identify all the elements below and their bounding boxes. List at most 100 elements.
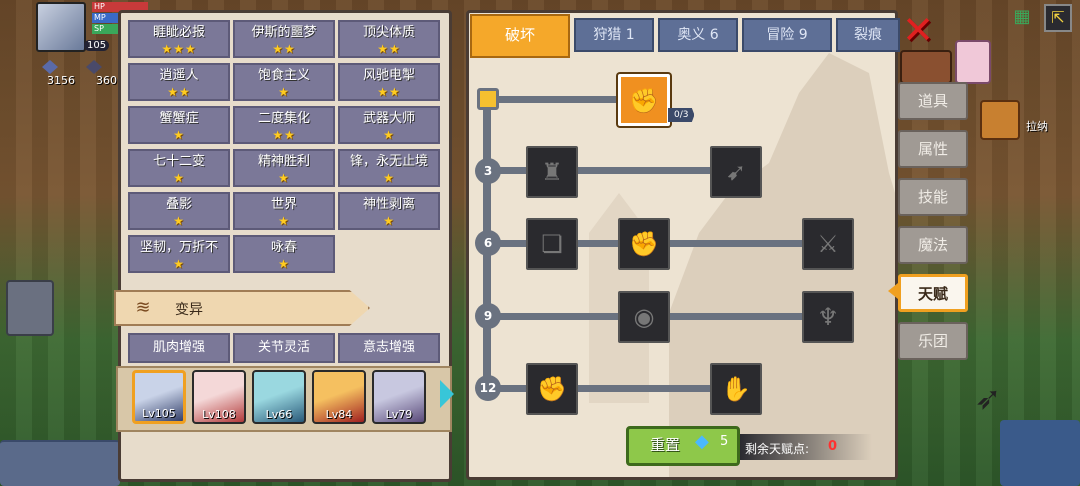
- skill-arrow-strike-icon[interactable]: ➹: [710, 146, 762, 198]
- player-avatar[interactable]: [36, 2, 86, 52]
- reset-label: 重置: [650, 436, 681, 454]
- world-crate: [6, 280, 54, 336]
- talent-card[interactable]: 武器大师 ★: [338, 106, 440, 144]
- talent-card[interactable]: 锋，永无止境 ★: [338, 149, 440, 187]
- talent-card[interactable]: 精神胜利 ★: [233, 149, 335, 187]
- side-menu-item[interactable]: 魔法: [898, 226, 968, 264]
- side-menu-pointer: [888, 283, 898, 299]
- character-level: Lv108: [202, 408, 236, 421]
- skill-ripple-icon[interactable]: ◉: [618, 291, 670, 343]
- currency-b-amount: 360: [96, 74, 117, 87]
- star-rating-icon: ★★: [272, 128, 296, 142]
- tab-3[interactable]: 冒险 9: [742, 18, 832, 52]
- star-rating-icon: ★★: [377, 85, 401, 99]
- close-icon[interactable]: ✕: [900, 10, 936, 50]
- talent-card[interactable]: 世界 ★: [233, 192, 335, 230]
- star-rating-icon: ★: [383, 128, 395, 142]
- talent-name: 顶尖体质: [362, 25, 415, 40]
- talent-card[interactable]: 神性剥离 ★: [338, 192, 440, 230]
- star-rating-icon: ★: [278, 171, 290, 185]
- world-sign: [980, 100, 1020, 140]
- skill-slash-icon[interactable]: ⚔: [802, 218, 854, 270]
- talent-name: 叠影: [165, 197, 192, 212]
- side-menu-item[interactable]: 道具: [898, 82, 968, 120]
- side-menu-item[interactable]: 属性: [898, 130, 968, 168]
- talent-card[interactable]: 蟹蟹症 ★: [128, 106, 230, 144]
- star-rating-icon: ★: [278, 85, 290, 99]
- mutation-card[interactable]: 关节灵活: [233, 333, 335, 363]
- talent-card[interactable]: 风驰电掣 ★★: [338, 63, 440, 101]
- tab-0[interactable]: 破坏: [470, 14, 570, 58]
- talent-name: 逍遥人: [159, 68, 199, 83]
- talent-name: 神性剥离: [362, 197, 415, 212]
- talent-card[interactable]: 伊斯的噩梦 ★★: [233, 20, 335, 58]
- talent-name: 二度集化: [257, 111, 310, 126]
- talent-name: 咏春: [270, 240, 297, 255]
- tab-4[interactable]: 裂痕: [836, 18, 900, 52]
- talent-card[interactable]: 睚眦必报 ★★★: [128, 20, 230, 58]
- player-level: 105: [84, 40, 110, 51]
- skill-grip-icon[interactable]: ✋: [710, 363, 762, 415]
- talent-card[interactable]: 顶尖体质 ★★: [338, 20, 440, 58]
- talent-card[interactable]: 七十二变 ★: [128, 149, 230, 187]
- skill-muscle-body-icon[interactable]: ♜: [526, 146, 578, 198]
- next-character-arrow[interactable]: [440, 380, 454, 408]
- star-rating-icon: ★: [173, 214, 185, 228]
- talent-name: 精神胜利: [257, 154, 310, 169]
- character-portrait[interactable]: Lv105: [132, 370, 186, 424]
- talent-name: 风驰电掣: [362, 68, 415, 83]
- npc-name: 拉纳: [1026, 120, 1048, 133]
- character-portrait[interactable]: Lv66: [252, 370, 306, 424]
- skill-arm-wrestle-icon[interactable]: ✊: [618, 74, 670, 126]
- talent-card[interactable]: 叠影 ★: [128, 192, 230, 230]
- world-building: [900, 50, 952, 84]
- talent-card[interactable]: 坚韧，万折不 ★: [128, 235, 230, 273]
- talent-card[interactable]: 饱食主义 ★: [233, 63, 335, 101]
- skill-bat-wings-icon[interactable]: ♆: [802, 291, 854, 343]
- talent-name: 伊斯的噩梦: [251, 25, 317, 40]
- star-rating-icon: ★: [383, 171, 395, 185]
- star-rating-icon: ★★: [377, 42, 401, 56]
- side-menu-item[interactable]: 天赋: [898, 274, 968, 312]
- skill-card-shuffle-icon[interactable]: ❏: [526, 218, 578, 270]
- remaining-points-label: 剩余天赋点:: [745, 442, 810, 456]
- npc-character: [955, 40, 991, 84]
- skill-raised-fist-icon[interactable]: ✊: [526, 363, 578, 415]
- mutation-title: 变异: [175, 302, 203, 318]
- category-tabs: 破坏 狩猎 1 奥义 6 冒险 9 裂痕: [470, 8, 900, 58]
- character-portrait[interactable]: Lv79: [372, 370, 426, 424]
- talent-name: 饱食主义: [257, 68, 310, 83]
- star-rating-icon: ★: [278, 214, 290, 228]
- character-portrait[interactable]: Lv84: [312, 370, 366, 424]
- currency-a-amount: 3156: [47, 74, 75, 87]
- star-rating-icon: ★: [383, 214, 395, 228]
- talent-name: 锋，永无止境: [349, 154, 428, 169]
- talent-name: 七十二变: [152, 154, 205, 169]
- talent-name: 世界: [270, 197, 297, 212]
- side-menu-item[interactable]: 乐团: [898, 322, 968, 360]
- root-branch: [490, 96, 620, 103]
- tab-2[interactable]: 奥义 6: [658, 18, 738, 52]
- remaining-points-value: 0: [828, 439, 838, 454]
- character-level: Lv66: [265, 408, 293, 421]
- character-portrait[interactable]: Lv108: [192, 370, 246, 424]
- character-level: Lv79: [385, 408, 413, 421]
- star-rating-icon: ★★: [272, 42, 296, 56]
- tab-1[interactable]: 狩猎 1: [574, 18, 654, 52]
- dna-icon: ≋: [135, 297, 151, 318]
- side-menu-item[interactable]: 技能: [898, 178, 968, 216]
- talent-card[interactable]: 逍遥人 ★★: [128, 63, 230, 101]
- tier-marker-9: 9: [475, 303, 501, 329]
- mutation-card[interactable]: 意志增强: [338, 333, 440, 363]
- star-rating-icon: ★★★: [161, 42, 197, 56]
- mutation-card[interactable]: 肌肉增强: [128, 333, 230, 363]
- character-level: Lv105: [142, 407, 176, 420]
- settings-icon[interactable]: ⇱: [1044, 4, 1072, 32]
- talent-card[interactable]: 咏春 ★: [233, 235, 335, 273]
- bow-weapon-icon[interactable]: ➶: [966, 376, 1010, 420]
- skill-fist-punch-icon[interactable]: ✊: [618, 218, 670, 270]
- star-rating-icon: ★: [173, 257, 185, 271]
- talent-card[interactable]: 二度集化 ★★: [233, 106, 335, 144]
- tier-marker-6: 6: [475, 230, 501, 256]
- reset-cost: 5: [720, 434, 729, 449]
